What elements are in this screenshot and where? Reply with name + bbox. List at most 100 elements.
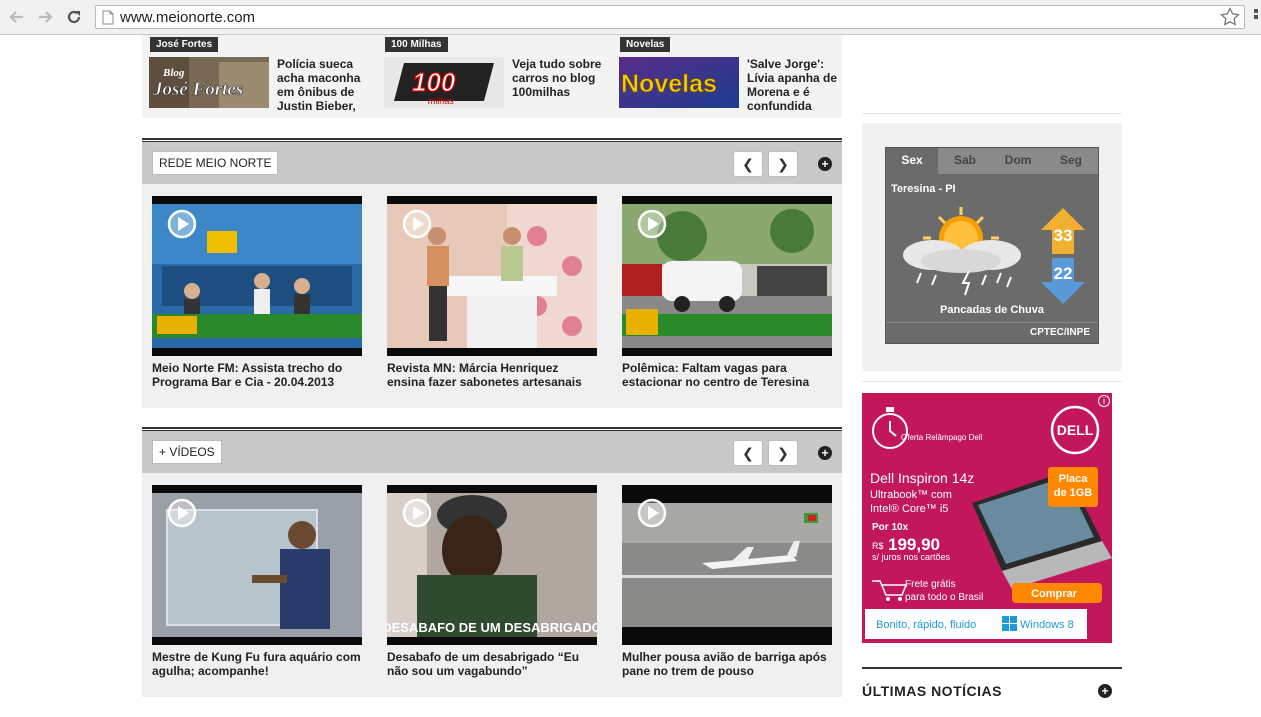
chevron-right-icon: ❯	[777, 155, 789, 172]
ad-badge-line1: Placa	[1059, 473, 1089, 485]
blog-item[interactable]: José Fortes Blog José Fortes Polícia sue…	[142, 35, 367, 118]
ad-product: Dell Inspiron 14z	[870, 470, 974, 486]
play-icon[interactable]	[637, 498, 667, 528]
ad-shipping1: Frete grátis	[905, 579, 956, 590]
ad-currency: R$	[872, 541, 884, 551]
video-card[interactable]: Meio Norte FM: Assista trecho do Program…	[152, 196, 362, 389]
weather-source[interactable]: CPTEC/INPE	[886, 322, 1098, 343]
video-caption[interactable]: Mestre de Kung Fu fura aquário com agulh…	[152, 650, 362, 678]
carousel-prev-button[interactable]: ❮	[733, 151, 763, 177]
carousel-prev-button[interactable]: ❮	[733, 440, 763, 466]
chevron-left-icon: ❮	[742, 155, 754, 172]
browser-toolbar: www.meionorte.com	[0, 0, 1261, 35]
weather-tab-sex[interactable]: Sex	[886, 148, 938, 174]
video-caption[interactable]: Mulher pousa avião de barriga após pane …	[622, 650, 832, 678]
sun-cloud-rain-icon	[903, 207, 1021, 296]
video-card[interactable]: Polêmica: Faltam vagas para estacionar n…	[622, 196, 832, 389]
dell-logo-text: DELL	[1057, 422, 1094, 438]
sidebar-divider	[862, 113, 1122, 114]
rede-meio-norte-section: REDE MEIO NORTE ❮ ❯ + Meio Norte FM: Ass…	[142, 138, 842, 408]
video-thumbnail[interactable]	[622, 485, 832, 645]
play-icon[interactable]	[402, 498, 432, 528]
play-icon[interactable]	[167, 209, 197, 239]
weather-tab-seg[interactable]: Seg	[1045, 153, 1097, 167]
blog-thumb-text: Novelas	[621, 70, 717, 98]
section-header: + VÍDEOS ❮ ❯ +	[142, 431, 842, 473]
blog-thumb[interactable]: Novelas	[619, 57, 739, 108]
video-card[interactable]: DESABAFO DE UM DESABRIGADO Desabafo de u…	[387, 485, 597, 678]
more-plus-icon[interactable]: +	[818, 157, 832, 171]
forward-arrow-icon	[39, 11, 53, 23]
video-thumbnail[interactable]	[622, 196, 832, 356]
ad-badge-line2: de 1GB	[1054, 487, 1093, 499]
video-thumbnail[interactable]	[152, 196, 362, 356]
ad-os: Windows 8	[1020, 619, 1074, 631]
weather-city: Teresina - PI	[891, 183, 956, 195]
address-bar[interactable]: www.meionorte.com	[95, 5, 1245, 29]
blog-thumb-image: 100 milhas	[384, 57, 504, 108]
ad-line3: Intel® Core™ i5	[870, 503, 948, 515]
ad-flash-label: Oferta Relâmpago Dell	[901, 433, 983, 442]
section-title[interactable]: + VÍDEOS	[152, 440, 222, 464]
section-title[interactable]: REDE MEIO NORTE	[152, 151, 279, 175]
sidebar-divider	[862, 381, 1122, 382]
weather-condition: Pancadas de Chuva	[940, 304, 1044, 316]
play-icon[interactable]	[167, 498, 197, 528]
weather-day-tabs: Sex Sab Dom Seg	[886, 148, 1098, 174]
forward-button[interactable]	[34, 6, 56, 28]
blog-tag[interactable]: Novelas	[620, 37, 671, 52]
blog-tag[interactable]: 100 Milhas	[385, 37, 448, 52]
video-card[interactable]: Mulher pousa avião de barriga após pane …	[622, 485, 832, 678]
blog-item[interactable]: Novelas Novelas 'Salve Jorge': Lívia apa…	[612, 35, 837, 118]
blog-headline[interactable]: 'Salve Jorge': Lívia apanha de Morena e …	[747, 57, 842, 113]
dell-advertisement[interactable]: Oferta Relâmpago Dell DELL Dell Inspiron…	[862, 393, 1112, 643]
carousel-next-button[interactable]: ❯	[768, 151, 798, 177]
blog-headline[interactable]: Polícia sueca acha maconha em ônibus de …	[277, 57, 372, 113]
blog-thumb-small-text: Blog	[162, 67, 185, 79]
temp-high: 33	[1041, 208, 1085, 254]
ad-line2: Ultrabook™ com	[870, 489, 952, 501]
more-plus-icon[interactable]: +	[1098, 684, 1112, 698]
blog-thumb-text: 100	[412, 67, 456, 97]
blog-tag[interactable]: José Fortes	[150, 37, 219, 52]
back-button[interactable]	[6, 6, 28, 28]
video-thumbnail[interactable]	[387, 196, 597, 356]
video-thumbnail[interactable]: DESABAFO DE UM DESABRIGADO	[387, 485, 597, 645]
page-icon	[102, 10, 114, 25]
ultimas-title[interactable]: ÚLTIMAS NOTÍCIAS	[862, 683, 1002, 699]
video-card[interactable]: Revista MN: Márcia Henriquez ensina faze…	[387, 196, 597, 389]
ad-interest: s/ juros nos cartões	[872, 552, 951, 562]
url-text: www.meionorte.com	[120, 9, 256, 26]
carousel-next-button[interactable]: ❯	[768, 440, 798, 466]
blog-headline[interactable]: Veja tudo sobre carros no blog 100milhas	[512, 57, 607, 99]
video-thumbnail[interactable]	[152, 485, 362, 645]
reload-button[interactable]	[63, 6, 85, 28]
ad-cta-button[interactable]: Comprar	[1031, 588, 1078, 600]
ad-tagline: Bonito, rápido, fluido	[876, 619, 976, 631]
temp-low-value: 22	[1053, 264, 1073, 283]
blog-thumb[interactable]: Blog José Fortes	[149, 57, 269, 108]
bookmark-star-icon[interactable]	[1220, 7, 1240, 27]
weather-panel: Sex Sab Dom Seg Teresina - PI 33 22 Panc…	[862, 123, 1122, 371]
ultimas-noticias-header: ÚLTIMAS NOTÍCIAS +	[862, 667, 1122, 712]
blog-thumb-small-text: milhas	[428, 96, 455, 106]
video-caption[interactable]: Meio Norte FM: Assista trecho do Program…	[152, 361, 362, 389]
video-caption[interactable]: Polêmica: Faltam vagas para estacionar n…	[622, 361, 832, 389]
weather-tab-sab[interactable]: Sab	[939, 153, 991, 167]
browser-menu-icon[interactable]	[1254, 9, 1260, 25]
video-card[interactable]: Mestre de Kung Fu fura aquário com agulh…	[152, 485, 362, 678]
blog-item[interactable]: 100 Milhas 100 milhas Veja tudo sobre ca…	[377, 35, 602, 118]
ad-shipping2: para todo o Brasil	[905, 592, 983, 603]
temp-low: 22	[1041, 258, 1085, 304]
blog-thumb-image: Novelas	[619, 57, 739, 108]
play-icon[interactable]	[402, 209, 432, 239]
play-icon[interactable]	[637, 209, 667, 239]
weather-tab-dom[interactable]: Dom	[992, 153, 1044, 167]
video-caption[interactable]: Desabafo de um desabrigado “Eu não sou u…	[387, 650, 597, 678]
blog-thumb[interactable]: 100 milhas	[384, 57, 504, 108]
video-caption[interactable]: Revista MN: Márcia Henriquez ensina faze…	[387, 361, 597, 389]
more-plus-icon[interactable]: +	[818, 446, 832, 460]
ad-info-icon[interactable]: i	[1098, 395, 1110, 407]
weather-widget: Sex Sab Dom Seg Teresina - PI 33 22 Panc…	[885, 147, 1099, 344]
temp-high-value: 33	[1053, 226, 1073, 245]
